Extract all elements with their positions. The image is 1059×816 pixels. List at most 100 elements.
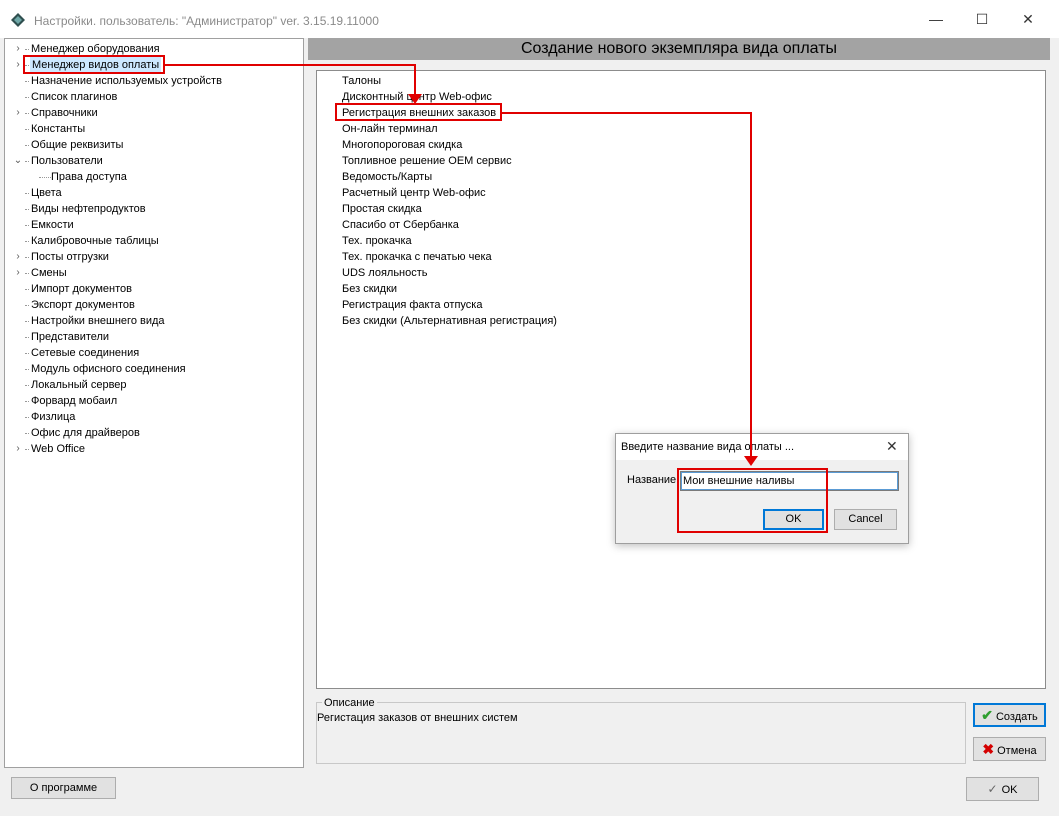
tree-item-label: Модуль офисного соединения <box>31 363 186 375</box>
tree-item-label: Локальный сервер <box>31 379 127 391</box>
tree-item[interactable]: › Web Office <box>5 441 301 457</box>
tree-connector-icon <box>13 137 23 153</box>
payment-type-item[interactable]: Регистрация факта отпуска <box>342 297 482 313</box>
tree-item-label: Пользователи <box>31 155 103 167</box>
payment-type-item[interactable]: Тех. прокачка с печатью чека <box>342 249 492 265</box>
dialog-titlebar[interactable]: Введите название вида оплаты ... ✕ <box>616 434 908 460</box>
tree-item[interactable]: Права доступа <box>5 169 301 185</box>
cross-icon: ✖ <box>982 741 995 757</box>
minimize-button[interactable]: — <box>913 0 959 38</box>
tree-item[interactable]: Физлица <box>5 409 301 425</box>
tree-line-icon <box>25 97 29 98</box>
tree-item[interactable]: ⌄ Пользователи <box>5 153 301 169</box>
tree-item[interactable]: Список плагинов <box>5 89 301 105</box>
tree-item[interactable]: Локальный сервер <box>5 377 301 393</box>
tree-item-label: Физлица <box>31 411 76 423</box>
tree-line-icon <box>25 113 29 114</box>
tree-item-label: Смены <box>31 267 67 279</box>
check-icon: ✔ <box>981 707 993 723</box>
payment-type-item[interactable]: UDS лояльность <box>342 265 428 281</box>
tree-connector-icon <box>13 377 23 393</box>
tree-item[interactable]: Калибровочные таблицы <box>5 233 301 249</box>
tree-item[interactable]: Экспорт документов <box>5 297 301 313</box>
payment-type-item[interactable]: Тех. прокачка <box>342 233 412 249</box>
expand-arrow-icon[interactable]: › <box>13 105 23 121</box>
tree-line-icon <box>25 449 29 450</box>
tree-line-icon <box>25 385 29 386</box>
cancel-button-label: Отмена <box>997 745 1037 757</box>
tree-item[interactable]: › Посты отгрузки <box>5 249 301 265</box>
tree-item-label: Импорт документов <box>31 283 132 295</box>
tree-item[interactable]: Настройки внешнего вида <box>5 313 301 329</box>
tree-connector-icon <box>13 361 23 377</box>
payment-type-item[interactable]: Талоны <box>342 73 381 89</box>
close-button[interactable]: ✕ <box>1005 0 1051 38</box>
tree-item-label: Справочники <box>31 107 98 119</box>
expand-arrow-icon[interactable]: ⌄ <box>13 153 23 169</box>
highlight-tree-selection <box>23 55 165 74</box>
tree-connector-icon <box>13 121 23 137</box>
tree-item[interactable]: Виды нефтепродуктов <box>5 201 301 217</box>
arrow-head-icon <box>744 456 758 466</box>
payment-type-item[interactable]: Он-лайн терминал <box>342 121 438 137</box>
tree-item[interactable]: Сетевые соединения <box>5 345 301 361</box>
cancel-button[interactable]: ✖ Отмена <box>973 737 1046 761</box>
payment-type-item[interactable]: Многопороговая скидка <box>342 137 462 153</box>
payment-type-list[interactable]: Талоны Дисконтный центр Web-офис Регистрац… <box>316 70 1046 689</box>
annotation-arrow-line <box>750 112 752 457</box>
tree-line-icon <box>25 401 29 402</box>
payment-type-item[interactable]: Расчетный центр Web-офис <box>342 185 486 201</box>
expand-arrow-icon[interactable]: › <box>13 41 23 57</box>
expand-arrow-icon[interactable]: › <box>13 265 23 281</box>
tree-item[interactable]: Константы <box>5 121 301 137</box>
payment-type-item[interactable]: Без скидки (Альтернативная регистрация) <box>342 313 557 329</box>
annotation-arrow-line <box>414 64 416 96</box>
tree-item[interactable]: Офис для драйверов <box>5 425 301 441</box>
checkmark-icon: ✓ <box>987 782 998 796</box>
highlight-dialog-input <box>677 468 828 533</box>
app-logo-icon <box>11 13 25 27</box>
window-titlebar[interactable]: Настройки. пользователь: "Администратор"… <box>0 0 1059 38</box>
tree-item-label: Виды нефтепродуктов <box>31 203 146 215</box>
main-ok-button[interactable]: ✓ OK <box>966 777 1039 801</box>
tree-line-icon <box>25 193 29 194</box>
tree-item-label: Офис для драйверов <box>31 427 140 439</box>
tree-item[interactable]: Импорт документов <box>5 281 301 297</box>
payment-type-item[interactable]: Топливное решение OEM сервис <box>342 153 512 169</box>
tree-item-label: Константы <box>31 123 86 135</box>
payment-type-item[interactable]: Спасибо от Сбербанка <box>342 217 459 233</box>
tree-item[interactable]: Общие реквизиты <box>5 137 301 153</box>
tree-line-icon <box>25 353 29 354</box>
window-title: Настройки. пользователь: "Администратор"… <box>34 14 379 28</box>
tree-item-label: Список плагинов <box>31 91 118 103</box>
tree-item-label: Экспорт документов <box>31 299 135 311</box>
expand-arrow-icon[interactable]: › <box>13 249 23 265</box>
payment-type-item[interactable]: Ведомость/Карты <box>342 169 432 185</box>
maximize-button[interactable]: ☐ <box>959 0 1005 38</box>
tree-line-icon <box>39 177 51 178</box>
tree-connector-icon <box>13 409 23 425</box>
expand-arrow-icon[interactable]: › <box>13 441 23 457</box>
about-button[interactable]: О программе <box>11 777 116 799</box>
tree-connector-icon <box>13 297 23 313</box>
payment-type-item[interactable]: Простая скидка <box>342 201 422 217</box>
tree-item[interactable]: Емкости <box>5 217 301 233</box>
expand-arrow-icon[interactable]: › <box>13 57 23 73</box>
tree-line-icon <box>25 209 29 210</box>
tree-line-icon <box>25 417 29 418</box>
tree-item[interactable]: Модуль офисного соединения <box>5 361 301 377</box>
tree-item-label: Сетевые соединения <box>31 347 140 359</box>
tree-item[interactable]: Форвард мобаил <box>5 393 301 409</box>
tree-item[interactable]: Назначение используемых устройств <box>5 73 301 89</box>
tree-line-icon <box>25 81 29 82</box>
highlight-payment-type <box>335 103 502 121</box>
tree-item[interactable]: Представители <box>5 329 301 345</box>
settings-tree[interactable]: › Менеджер оборудования › Менеджер видов оп… <box>4 38 304 768</box>
create-button[interactable]: ✔ Создать <box>973 703 1046 727</box>
payment-type-item[interactable]: Без скидки <box>342 281 397 297</box>
dialog-cancel-button[interactable]: Cancel <box>834 509 897 530</box>
tree-item[interactable]: Цвета <box>5 185 301 201</box>
tree-item[interactable]: › Смены <box>5 265 301 281</box>
tree-item[interactable]: › Справочники <box>5 105 301 121</box>
dialog-close-button[interactable]: ✕ <box>886 438 898 455</box>
